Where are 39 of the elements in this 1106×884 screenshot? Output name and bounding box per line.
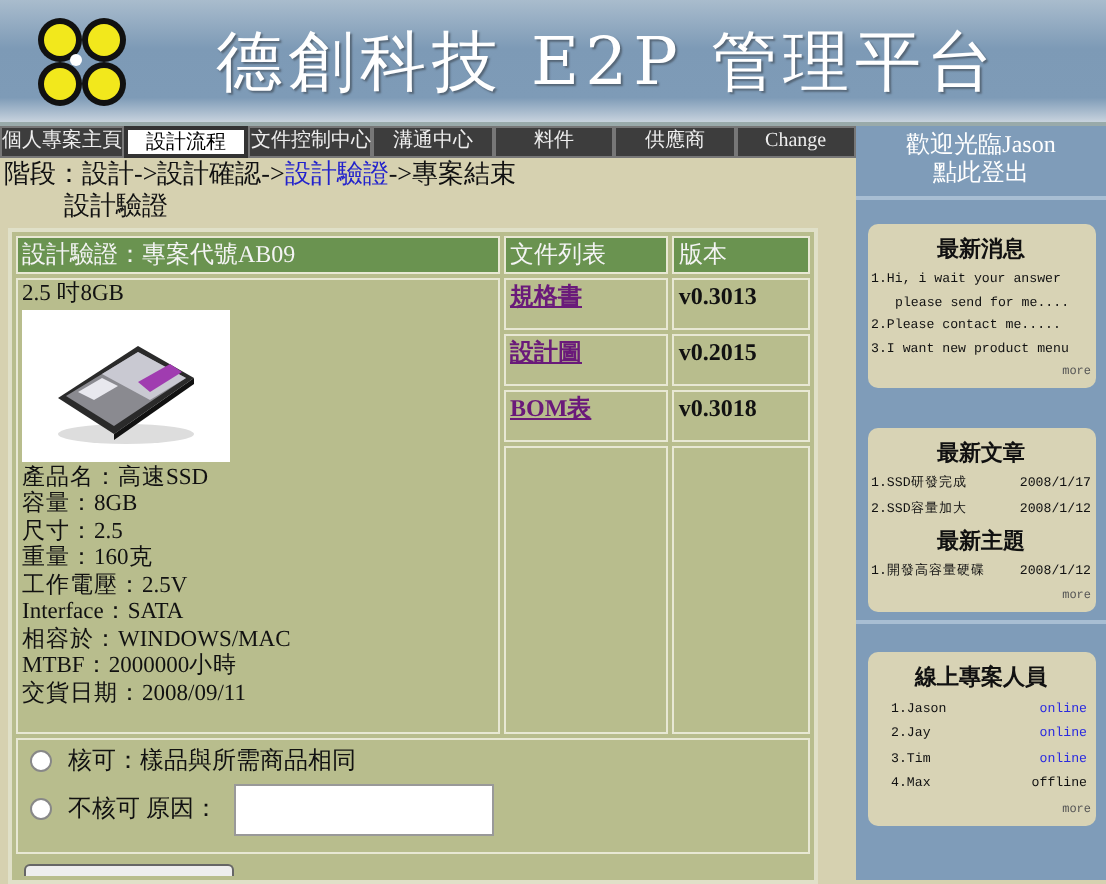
column-header: 版本: [672, 235, 810, 273]
spec-line: 尺寸：2.5: [22, 519, 125, 545]
welcome-text: 歡迎光臨Jason: [906, 130, 1056, 159]
spec-line: 產品名：高速SSD: [22, 465, 211, 490]
version-cell: v0.3013: [672, 277, 810, 329]
site-title: 德創科技 E2P 管理平台: [216, 19, 999, 103]
nav-tab[interactable]: 供應商: [614, 126, 736, 158]
nav-tab[interactable]: Change: [735, 126, 857, 158]
option-label: 不核可 原因：: [68, 794, 218, 824]
nav-tab[interactable]: 文件控制中心: [248, 126, 373, 158]
nav-tab[interactable]: 溝通中心: [372, 126, 494, 158]
spec-line: 容量：8GB: [22, 492, 140, 519]
card-title: 最新文章: [935, 440, 1027, 469]
logo-icon: [36, 15, 128, 107]
spec-line: MTBF：2000000小時: [22, 654, 240, 680]
card-title: 線上專案人員: [912, 664, 1049, 693]
radio-button[interactable]: [30, 749, 52, 771]
nav-tab[interactable]: 設計流程: [124, 126, 249, 158]
version-cell: v0.2015: [672, 333, 810, 385]
spec-line: 工作電壓：2.5V: [22, 573, 190, 601]
card-title: 最新消息: [935, 235, 1027, 265]
spec-line: 相容於：WINDOWS/MAC: [22, 627, 293, 653]
spec-line: 重量：160克: [22, 546, 155, 573]
version-cell: v0.3018: [672, 389, 810, 441]
submit-button[interactable]: [24, 863, 234, 875]
spec-line: 交貨日期：2008/09/11: [22, 681, 248, 709]
nav-tab[interactable]: 個人專案主頁: [0, 126, 124, 158]
nav-tab[interactable]: 料件: [493, 126, 615, 158]
stage-title: 設計驗證: [62, 190, 170, 223]
product-name: 2.5 吋8GB: [22, 281, 126, 308]
reason-field[interactable]: [234, 783, 494, 835]
option-label: 核可：樣品與所需商品相同: [68, 745, 356, 775]
breadcrumb: 階段：設計->設計確認->設計驗證->專案結束: [2, 158, 518, 191]
card-title: 最新主題: [935, 527, 1027, 556]
table-header: 設計驗證：專案代號AB09: [16, 235, 500, 273]
radio-button[interactable]: [30, 798, 52, 820]
column-header: 文件列表: [504, 235, 669, 273]
breadcrumb-link[interactable]: 設計驗證: [284, 158, 389, 188]
spec-line: Interface：SATA: [22, 600, 186, 626]
